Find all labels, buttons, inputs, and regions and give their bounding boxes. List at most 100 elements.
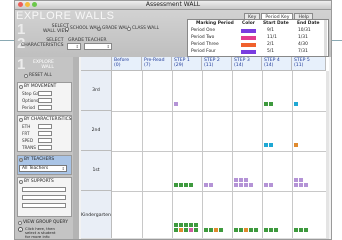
- grade-select[interactable]: ⇕: [67, 43, 81, 50]
- student-marker[interactable]: [234, 183, 238, 187]
- student-marker[interactable]: [264, 183, 268, 187]
- student-marker[interactable]: [219, 228, 223, 232]
- options-select[interactable]: [38, 98, 52, 103]
- student-marker[interactable]: [189, 183, 193, 187]
- edge-rule-right: [332, 40, 342, 41]
- student-marker[interactable]: [194, 228, 198, 232]
- chevron-down-icon: ⇕: [106, 44, 110, 49]
- view-group-query-button[interactable]: VIEW GROUP QUERY: [18, 220, 68, 225]
- col-step-4: STEP 4 (14): [262, 57, 292, 71]
- trans-select[interactable]: [38, 145, 52, 150]
- student-marker[interactable]: [204, 183, 208, 187]
- student-marker[interactable]: [294, 102, 298, 106]
- student-marker[interactable]: [239, 228, 243, 232]
- student-marker[interactable]: [179, 228, 183, 232]
- student-marker[interactable]: [294, 228, 298, 232]
- student-marker[interactable]: [184, 223, 188, 227]
- student-marker[interactable]: [269, 183, 273, 187]
- student-marker[interactable]: [239, 178, 243, 182]
- period-start: 5/1: [267, 49, 275, 54]
- chevron-down-icon: ⇕: [61, 166, 65, 171]
- student-marker[interactable]: [294, 143, 298, 147]
- period-select[interactable]: [38, 105, 52, 110]
- support-select-2[interactable]: [22, 195, 66, 200]
- student-marker[interactable]: [209, 228, 213, 232]
- teacher-select[interactable]: ⇕: [84, 43, 112, 50]
- characteristics-panel: BY CHARACTERISTICS ETH FRT SPED TRANS: [17, 115, 72, 152]
- student-marker[interactable]: [184, 183, 188, 187]
- vertical-scrollbar[interactable]: [326, 71, 329, 239]
- student-marker[interactable]: [299, 178, 303, 182]
- student-marker[interactable]: [294, 178, 298, 182]
- student-marker[interactable]: [294, 183, 298, 187]
- student-marker[interactable]: [244, 183, 248, 187]
- radio-grade-wall[interactable]: GRADE WALL: [97, 26, 130, 31]
- teacher-filter-select[interactable]: All Teachers ⇕: [19, 165, 67, 172]
- teachers-toggle[interactable]: BY TEACHERS: [19, 157, 54, 162]
- movement-radio: [19, 84, 23, 89]
- student-marker[interactable]: [174, 228, 178, 232]
- radio-class-wall[interactable]: CLASS WALL: [127, 26, 159, 31]
- field-label: ETH: [22, 124, 31, 129]
- student-marker[interactable]: [244, 228, 248, 232]
- col-step-1: STEP 1 (29): [172, 57, 202, 71]
- supports-label: BY SUPPORTS: [24, 179, 54, 184]
- student-marker[interactable]: [239, 183, 243, 187]
- period-end: 1/31: [298, 35, 308, 40]
- characteristics-toggle[interactable]: BY CHARACTERISTICS: [19, 117, 72, 122]
- student-marker[interactable]: [304, 183, 308, 187]
- reset-icon: [24, 73, 28, 78]
- student-marker[interactable]: [264, 102, 268, 106]
- radio-class-wall-dot: [127, 26, 131, 31]
- student-marker[interactable]: [209, 183, 213, 187]
- student-marker[interactable]: [174, 102, 178, 106]
- student-marker[interactable]: [189, 228, 193, 232]
- student-marker[interactable]: [249, 228, 253, 232]
- student-marker[interactable]: [204, 228, 208, 232]
- period-color-swatch: [241, 36, 256, 40]
- student-marker[interactable]: [179, 223, 183, 227]
- student-marker[interactable]: [264, 228, 268, 232]
- eth-select[interactable]: [38, 124, 52, 129]
- student-marker[interactable]: [184, 228, 188, 232]
- movement-toggle[interactable]: BY MOVEMENT: [19, 84, 56, 89]
- student-marker[interactable]: [249, 183, 253, 187]
- student-marker[interactable]: [234, 178, 238, 182]
- radio-school-wall[interactable]: SCHOOL WALL: [65, 26, 101, 31]
- field-label: Options: [22, 98, 39, 103]
- grid-line: [202, 71, 203, 239]
- frt-select[interactable]: [38, 131, 52, 136]
- student-marker[interactable]: [304, 228, 308, 232]
- period-color-swatch: [241, 50, 256, 54]
- student-marker[interactable]: [299, 183, 303, 187]
- corner-header: [81, 57, 112, 71]
- student-marker[interactable]: [274, 228, 278, 232]
- student-marker[interactable]: [189, 223, 193, 227]
- col-start-date: Start Date: [263, 21, 289, 26]
- reset-all-button[interactable]: RESET ALL: [24, 73, 52, 78]
- key-scrollbar[interactable]: [324, 20, 327, 56]
- step-gain-select[interactable]: [38, 91, 52, 96]
- supports-toggle[interactable]: BY SUPPORTS: [19, 179, 54, 184]
- row-header-3rd: 3rd: [81, 71, 112, 111]
- student-marker[interactable]: [179, 183, 183, 187]
- grid-line: [262, 71, 263, 239]
- student-marker[interactable]: [269, 143, 273, 147]
- student-marker[interactable]: [299, 228, 303, 232]
- student-marker[interactable]: [269, 102, 273, 106]
- student-marker[interactable]: [244, 178, 248, 182]
- student-marker[interactable]: [214, 228, 218, 232]
- student-marker[interactable]: [269, 228, 273, 232]
- student-marker[interactable]: [174, 223, 178, 227]
- col-end-date: End Date: [297, 21, 320, 26]
- grid-line: [112, 111, 326, 112]
- sped-select[interactable]: [38, 138, 52, 143]
- student-marker[interactable]: [234, 228, 238, 232]
- row-header-kindergarten: Kindergarten: [81, 191, 112, 239]
- support-select-3[interactable]: [22, 203, 66, 208]
- student-marker[interactable]: [254, 228, 258, 232]
- student-marker[interactable]: [174, 183, 178, 187]
- student-marker[interactable]: [264, 143, 268, 147]
- support-select-1[interactable]: [22, 187, 66, 192]
- student-marker[interactable]: [194, 223, 198, 227]
